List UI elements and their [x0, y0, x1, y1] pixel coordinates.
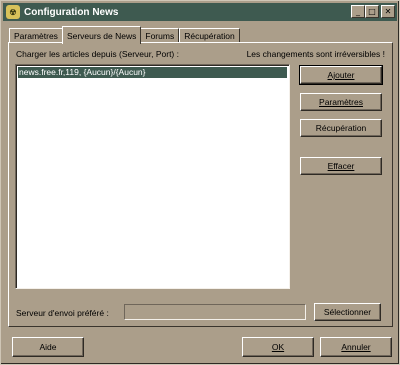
cancel-button-label: Annuler [341, 342, 371, 352]
minimize-button[interactable]: _ [351, 5, 365, 18]
tab-strip: Paramètres Serveurs de News Forums Récup… [9, 26, 240, 44]
tab-label: Récupération [184, 31, 235, 41]
help-button-label: Aide [39, 342, 57, 352]
news-app-icon: ☢ [6, 5, 20, 19]
maximize-button[interactable]: □ [365, 5, 379, 18]
cancel-button[interactable]: Annuler [320, 337, 392, 357]
close-icon: ✕ [384, 6, 392, 16]
tab-parametres[interactable]: Paramètres [9, 28, 63, 43]
tab-label: Serveurs de News [66, 30, 137, 41]
close-button[interactable]: ✕ [381, 5, 395, 18]
help-button[interactable]: Aide [12, 337, 84, 357]
minimize-icon: _ [356, 6, 360, 16]
tab-forums[interactable]: Forums [140, 28, 180, 43]
window-title: Configuration News [24, 6, 119, 18]
tab-label: Forums [145, 31, 175, 41]
title-bar[interactable]: ☢ Configuration News _ □ ✕ [3, 3, 397, 21]
title-controls: _ □ ✕ [351, 5, 395, 18]
maximize-icon: □ [368, 6, 376, 16]
config-news-window: ☢ Configuration News _ □ ✕ Paramètres Se… [0, 0, 400, 365]
tab-recuperation[interactable]: Récupération [179, 28, 240, 43]
tab-label: Paramètres [14, 31, 58, 41]
tab-serveurs-de-news[interactable]: Serveurs de News [61, 26, 142, 44]
tab-panel [8, 42, 393, 327]
ok-button-label: OK [271, 342, 285, 352]
ok-button[interactable]: OK [242, 337, 314, 357]
